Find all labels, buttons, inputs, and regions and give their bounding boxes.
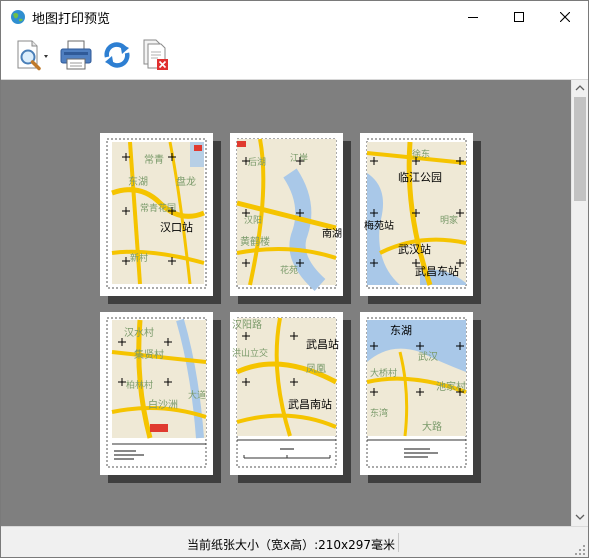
map-label: 武昌东站 [415,264,459,278]
refresh-button[interactable] [99,38,135,72]
map-label: 武汉站 [398,242,431,256]
map-label: 梅苑站 [364,219,394,232]
map-label: 汉阳 [244,215,262,226]
map-thumbnail: 汉阳路 武昌站 凤凰 洪山立交 武昌南站 [232,317,339,468]
refresh-icon [104,42,130,68]
map-label: 武昌站 [306,337,339,351]
map-label: 江岸 [290,153,308,164]
magnifier-page-icon [17,40,48,71]
map-label: 汉水村 [124,326,154,339]
map-label: 白沙洲 [148,398,178,411]
map-label: 黄鹤楼 [240,235,270,248]
close-button[interactable] [542,1,588,32]
map-label: 常青 [144,153,164,166]
print-page-5[interactable]: 汉阳路 武昌站 凤凰 洪山立交 武昌南站 [230,312,343,475]
print-page-4[interactable]: 汉水村 集贤村 柏林村 白沙洲 大道 [100,312,213,475]
print-page-1[interactable]: 常青 东湖 盘龙 汉口站 常青花园 新村 [100,133,213,296]
print-button[interactable] [57,38,95,72]
map-label: 新村 [130,252,148,264]
paper-size-status: 当前纸张大小（宽x高）:210x297毫米 [187,538,396,552]
zoom-preview-button[interactable] [9,38,53,72]
map-label: 徐东 [412,148,430,160]
map-label: 盘龙 [176,175,196,188]
map-label: 汉口站 [160,220,193,234]
globe-icon [11,10,25,24]
close-icon [560,11,570,22]
map-thumbnail: 东湖 武汉 大桥村 池家村 东湾 大路 [366,317,467,468]
map-label: 花苑 [280,264,298,276]
minimize-button[interactable] [450,1,496,32]
map-label: 大路 [422,420,442,433]
status-bar: 当前纸张大小（宽x高）:210x297毫米 [1,526,588,557]
title-bar: 地图打印预览 [1,1,588,32]
scroll-down-icon[interactable] [572,509,588,525]
status-divider [398,533,399,552]
map-label: 凤凰 [306,363,326,375]
map-thumbnail: 临江公园 梅苑站 徐东 武汉站 武昌东站 明家 [364,138,467,289]
print-page-2[interactable]: 后湖 江岸 汉阳 黄鹤楼 南湖 花苑 [230,133,343,296]
minimize-icon [468,16,478,18]
map-thumbnail: 汉水村 集贤村 柏林村 白沙洲 大道 [106,317,207,468]
map-print-preview-window: 地图打印预览 常青 东湖 盘龙 汉口站 常青花园 新村 后湖 江岸 汉阳 黄鹤楼… [0,0,589,558]
map-label: 洪山立交 [232,347,268,359]
page-delete-icon [143,39,168,70]
map-label: 柏林村 [126,379,153,391]
map-label: 东湾 [370,407,388,419]
maximize-button[interactable] [496,1,542,32]
scroll-up-icon[interactable] [572,80,588,96]
map-label: 池家村 [436,380,466,393]
scrollbar-thumb[interactable] [574,97,586,201]
map-label: 武昌南站 [288,397,332,411]
close-preview-button[interactable] [139,38,173,72]
map-label: 南湖 [322,227,342,240]
map-label: 东湖 [128,175,148,188]
resize-grip-icon[interactable] [574,544,586,556]
toolbar [1,32,588,80]
print-preview-area[interactable]: 常青 东湖 盘龙 汉口站 常青花园 新村 后湖 江岸 汉阳 黄鹤楼 南湖 花苑 … [1,80,571,526]
map-label: 常青花园 [140,202,176,214]
vertical-scrollbar[interactable] [571,80,588,526]
map-label: 大道 [188,389,206,401]
window-title: 地图打印预览 [32,12,111,27]
map-label: 明家 [440,214,458,226]
printer-icon [60,40,92,70]
print-page-3[interactable]: 临江公园 梅苑站 徐东 武汉站 武昌东站 明家 [360,133,473,296]
print-page-6[interactable]: 东湖 武汉 大桥村 池家村 东湾 大路 [360,312,473,475]
map-label: 后湖 [248,157,266,168]
map-label: 集贤村 [134,348,164,361]
maximize-icon [514,11,524,22]
map-label: 汉阳路 [232,318,262,331]
map-thumbnail: 后湖 江岸 汉阳 黄鹤楼 南湖 花苑 [236,138,342,291]
map-label: 大桥村 [370,367,397,379]
map-label: 武汉 [418,350,438,363]
map-label: 东湖 [390,324,412,337]
map-thumbnail: 常青 东湖 盘龙 汉口站 常青花园 新村 [106,138,207,289]
map-label: 临江公园 [398,170,442,184]
